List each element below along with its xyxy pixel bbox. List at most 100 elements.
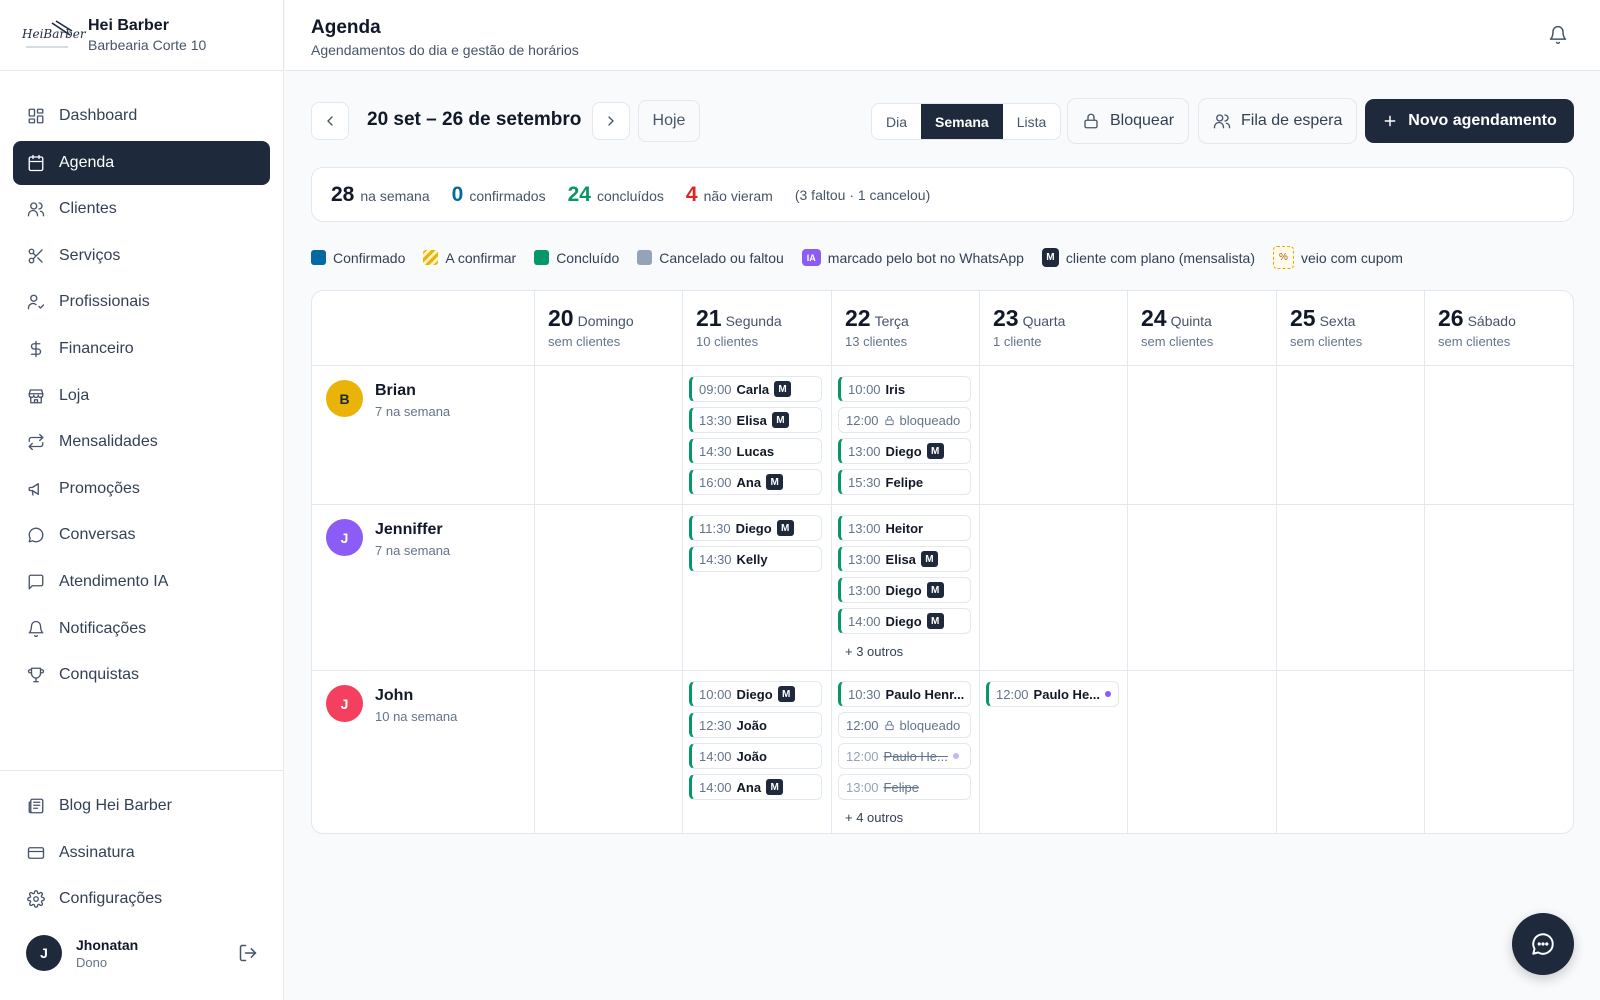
sidebar-item-loja[interactable]: Loja	[13, 374, 270, 418]
day-header-20[interactable]: 20 Domingo sem clientes	[534, 291, 682, 366]
notifications-bell-icon[interactable]	[1548, 25, 1568, 45]
sidebar-item-blog-hei-barber[interactable]: Blog Hei Barber	[13, 784, 270, 828]
brand-subtitle: Barbearia Corte 10	[88, 37, 207, 53]
user-check-icon	[27, 294, 45, 310]
appointment-time: 13:30	[699, 412, 732, 428]
sidebar-item-conversas[interactable]: Conversas	[13, 513, 270, 557]
appointment-card[interactable]: 13:00 Felipe	[838, 774, 971, 800]
dollar-icon	[30, 340, 42, 358]
user-profile[interactable]: J Jhonatan Dono	[26, 935, 258, 971]
sidebar-item-profissionais[interactable]: Profissionais	[13, 280, 270, 324]
day-header-24[interactable]: 24 Quinta sem clientes	[1127, 291, 1275, 366]
appointment-card[interactable]: 10:00 Diego M	[689, 681, 822, 707]
stat-done: 24 concluídos	[567, 182, 664, 206]
day-header-22[interactable]: 22 Terça 13 clientes	[831, 291, 979, 366]
legend-coupon: % veio com cupom	[1273, 246, 1403, 269]
appointment-card[interactable]: 13:00 Elisa M	[838, 546, 971, 572]
appointment-time: 12:00	[846, 412, 879, 428]
appointment-card[interactable]: 14:00 Diego M	[838, 608, 971, 634]
stat-noshow-detail: (3 faltou · 1 cancelou)	[794, 186, 931, 203]
appointment-time: 15:30	[848, 474, 881, 490]
appointment-card[interactable]: 10:30 Paulo Henr...	[838, 681, 971, 707]
blocked-slot[interactable]: 12:00 bloqueado	[838, 407, 971, 433]
appointment-client: Iris	[885, 381, 906, 397]
sidebar-item-assinatura[interactable]: Assinatura	[13, 831, 270, 875]
appointment-card[interactable]: 12:00 Paulo He...	[838, 743, 971, 769]
appointment-card[interactable]: 14:30 Lucas	[689, 438, 822, 464]
logout-icon[interactable]	[238, 943, 258, 963]
appointment-card[interactable]: 13:00 Diego M	[838, 438, 971, 464]
appointment-client: Ana	[736, 779, 762, 795]
lock-icon	[1084, 113, 1098, 129]
next-week-button[interactable]	[592, 102, 630, 140]
day-client-count: 13 clientes	[845, 334, 908, 349]
appointment-card[interactable]: 12:00 Paulo He...	[986, 681, 1119, 707]
sidebar-item-financeiro[interactable]: Financeiro	[13, 327, 270, 371]
gear-icon	[27, 890, 45, 909]
member-badge: M	[774, 381, 792, 397]
stat-confirmed: 0 confirmados	[451, 182, 546, 206]
view-tab-lista[interactable]: Lista	[1003, 104, 1061, 139]
more-appointments-link[interactable]: + 4 outros	[845, 810, 903, 825]
appointment-card[interactable]: 14:00 Ana M	[689, 774, 822, 800]
sidebar-item-dashboard[interactable]: Dashboard	[13, 94, 270, 138]
sidebar-item-promocoes[interactable]: Promoções	[13, 467, 270, 511]
day-number: 22	[845, 305, 871, 331]
chevron-right-icon	[608, 116, 614, 126]
day-header-26[interactable]: 26 Sábado sem clientes	[1424, 291, 1572, 366]
coupon-badge: %	[1273, 246, 1294, 269]
view-tab-dia[interactable]: Dia	[872, 104, 921, 139]
appointment-card[interactable]: 09:00 Carla M	[689, 376, 822, 402]
waitlist-button[interactable]: Fila de espera	[1198, 98, 1358, 144]
appointment-client: Diego	[885, 613, 922, 629]
day-number: 26	[1438, 305, 1464, 331]
more-appointments-link[interactable]: + 3 outros	[845, 644, 903, 659]
view-switcher: Dia Semana Lista	[871, 103, 1062, 140]
sidebar-item-mensalidades[interactable]: Mensalidades	[13, 420, 270, 464]
barber-avatar: J	[326, 685, 363, 722]
sidebar-item-label: Notificações	[59, 619, 147, 637]
chat-support-button[interactable]	[1512, 913, 1574, 975]
appointment-card[interactable]: 13:30 Elisa M	[689, 407, 822, 433]
appointment-card[interactable]: 13:00 Heitor	[838, 515, 971, 541]
main-nav: Dashboard Agenda Clientes Serviços Profissio…	[0, 71, 283, 697]
sidebar-item-label: Serviços	[59, 246, 121, 264]
appointment-card[interactable]: 16:00 Ana M	[689, 469, 822, 495]
today-button[interactable]: Hoje	[638, 100, 700, 142]
blocked-slot[interactable]: 12:00 bloqueado	[838, 712, 971, 738]
day-number: 21	[696, 305, 722, 331]
appointment-card[interactable]: 11:30 Diego M	[689, 515, 822, 541]
sidebar-item-clientes[interactable]: Clientes	[13, 187, 270, 231]
appointment-card[interactable]: 13:00 Diego M	[838, 577, 971, 603]
appointment-card[interactable]: 14:30 Kelly	[689, 546, 822, 572]
member-badge: M	[926, 613, 944, 629]
appointment-card[interactable]: 10:00 Iris	[838, 376, 971, 402]
sidebar-item-label: Dashboard	[59, 107, 138, 124]
appointment-time: 10:00	[699, 686, 732, 702]
sidebar-item-conquistas[interactable]: Conquistas	[13, 653, 270, 697]
appointment-card[interactable]: 14:00 João	[689, 743, 822, 769]
appointment-card[interactable]: 12:30 João	[689, 712, 822, 738]
day-header-21[interactable]: 21 Segunda 10 clientes	[682, 291, 830, 366]
prev-week-button[interactable]	[311, 102, 349, 140]
day-header-25[interactable]: 25 Sexta sem clientes	[1276, 291, 1424, 366]
sidebar-item-label: Clientes	[59, 200, 117, 218]
trophy-icon	[27, 667, 45, 683]
day-header-23[interactable]: 23 Quarta 1 cliente	[979, 291, 1127, 366]
sidebar-item-atendimento-ia[interactable]: Atendimento IA	[13, 560, 270, 604]
sidebar-item-configuracoes[interactable]: Configurações	[13, 877, 270, 921]
sidebar-item-notificacoes[interactable]: Notificações	[13, 607, 270, 651]
stat-noshow: 4 não vieram	[685, 182, 773, 206]
sidebar-item-agenda[interactable]: Agenda	[13, 140, 270, 185]
chat-icon	[28, 527, 44, 543]
appointment-time: 10:30	[848, 686, 881, 702]
appointment-client: João	[736, 748, 767, 764]
appointment-time: 13:00	[848, 443, 881, 459]
block-button[interactable]: Bloquear	[1067, 98, 1190, 144]
appointment-card[interactable]: 15:30 Felipe	[838, 469, 971, 495]
sidebar-item-servicos[interactable]: Serviços	[13, 234, 270, 278]
member-badge: M	[771, 412, 789, 428]
waitlist-label: Fila de espera	[1241, 112, 1343, 129]
view-tab-semana[interactable]: Semana	[921, 104, 1003, 139]
new-appointment-button[interactable]: Novo agendamento	[1365, 99, 1574, 143]
